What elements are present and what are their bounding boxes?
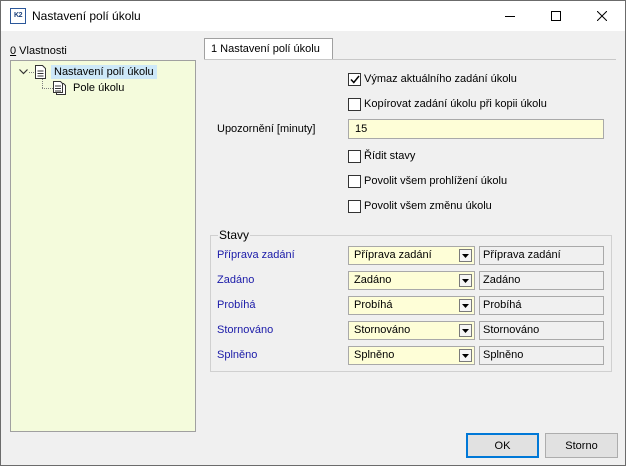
document-icon	[35, 65, 46, 79]
maximize-icon	[551, 11, 561, 21]
select-value: Stornováno	[354, 324, 411, 336]
tab-task-field-settings[interactable]: 1 Nastavení polí úkolu	[204, 38, 333, 60]
dropdown-arrow-icon[interactable]	[459, 324, 472, 337]
state-select-preparation[interactable]: Příprava zadání	[348, 246, 475, 265]
copy-assignment-checkbox[interactable]: Kopírovat zadání úkolu při kopii úkolu	[348, 96, 547, 112]
cancel-button[interactable]: Storno	[545, 433, 618, 458]
reminder-label: Upozornění [minuty]	[217, 123, 316, 135]
window-title: Nastavení polí úkolu	[32, 9, 141, 23]
state-value-assigned: Zadáno	[479, 271, 604, 290]
checkbox-box[interactable]	[348, 199, 361, 213]
minimize-icon	[505, 16, 515, 17]
state-label-assigned: Zadáno	[217, 274, 255, 286]
tree-connector	[42, 79, 43, 88]
state-value-cancelled: Stornováno	[479, 321, 604, 340]
states-group-title: Stavy	[218, 228, 251, 242]
checkbox-label: Kopírovat zadání úkolu při kopii úkolu	[364, 98, 547, 110]
dropdown-arrow-icon[interactable]	[459, 274, 472, 287]
properties-tree[interactable]: Nastavení polí úkolu Pole úkolu	[10, 60, 196, 432]
state-value-in-progress: Probíhá	[479, 296, 604, 315]
dropdown-arrow-icon[interactable]	[459, 299, 472, 312]
checkmark-icon	[349, 75, 360, 84]
close-icon	[597, 11, 607, 21]
dropdown-arrow-icon[interactable]	[459, 249, 472, 262]
state-select-assigned[interactable]: Zadáno	[348, 271, 475, 290]
tab-divider	[204, 59, 616, 60]
close-button[interactable]	[579, 1, 625, 31]
checkbox-box[interactable]	[348, 97, 361, 111]
checkbox-label: Povolit všem prohlížení úkolu	[364, 175, 508, 187]
select-value: Zadáno	[354, 274, 392, 286]
document-list-icon	[53, 81, 66, 95]
properties-header: 0 Vlastnosti	[10, 45, 67, 57]
state-select-completed[interactable]: Splněno	[348, 346, 475, 365]
dropdown-arrow-icon[interactable]	[459, 349, 472, 362]
checkbox-label: Povolit všem změnu úkolu	[364, 200, 492, 212]
allow-all-edit-checkbox[interactable]: Povolit všem změnu úkolu	[348, 198, 492, 214]
app-icon-text: K2	[14, 12, 22, 19]
manage-states-checkbox[interactable]: Řídit stavy	[348, 148, 415, 164]
state-value-preparation: Příprava zadání	[479, 246, 604, 265]
minimize-button[interactable]	[487, 1, 533, 31]
app-icon: K2	[10, 8, 26, 24]
tree-item-task-field-settings[interactable]: Nastavení polí úkolu	[34, 64, 157, 80]
properties-header-label: Vlastnosti	[16, 45, 67, 57]
state-select-in-progress[interactable]: Probíhá	[348, 296, 475, 315]
tree-item-label: Pole úkolu	[73, 82, 125, 94]
tree-item-task-fields[interactable]: Pole úkolu	[53, 80, 127, 96]
reminder-minutes-input[interactable]: 15	[348, 119, 604, 139]
checkbox-label: Výmaz aktuálního zadání úkolu	[364, 73, 517, 85]
ok-button[interactable]: OK	[466, 433, 539, 458]
clear-current-assignment-checkbox[interactable]: Výmaz aktuálního zadání úkolu	[348, 71, 517, 87]
tree-expand-toggle[interactable]	[18, 67, 28, 77]
state-select-cancelled[interactable]: Stornováno	[348, 321, 475, 340]
state-label-in-progress: Probíhá	[217, 299, 256, 311]
select-value: Splněno	[354, 349, 395, 361]
checkbox-box[interactable]	[348, 174, 361, 188]
title-bar: K2 Nastavení polí úkolu	[1, 1, 625, 31]
state-label-preparation: Příprava zadání	[217, 249, 295, 261]
state-value-completed: Splněno	[479, 346, 604, 365]
maximize-button[interactable]	[533, 1, 579, 31]
checkbox-box[interactable]	[348, 72, 361, 86]
checkbox-box[interactable]	[348, 149, 361, 163]
select-value: Příprava zadání	[354, 249, 432, 261]
state-label-cancelled: Stornováno	[217, 324, 274, 336]
dialog-window: K2 Nastavení polí úkolu 0 Vlastnosti Nas…	[0, 0, 626, 466]
tree-item-label: Nastavení polí úkolu	[51, 65, 157, 79]
checkbox-label: Řídit stavy	[364, 150, 416, 162]
chevron-down-icon	[18, 69, 28, 75]
allow-all-view-checkbox[interactable]: Povolit všem prohlížení úkolu	[348, 173, 507, 189]
select-value: Probíhá	[354, 299, 393, 311]
tree-connector	[42, 88, 53, 89]
state-label-completed: Splněno	[217, 349, 258, 361]
